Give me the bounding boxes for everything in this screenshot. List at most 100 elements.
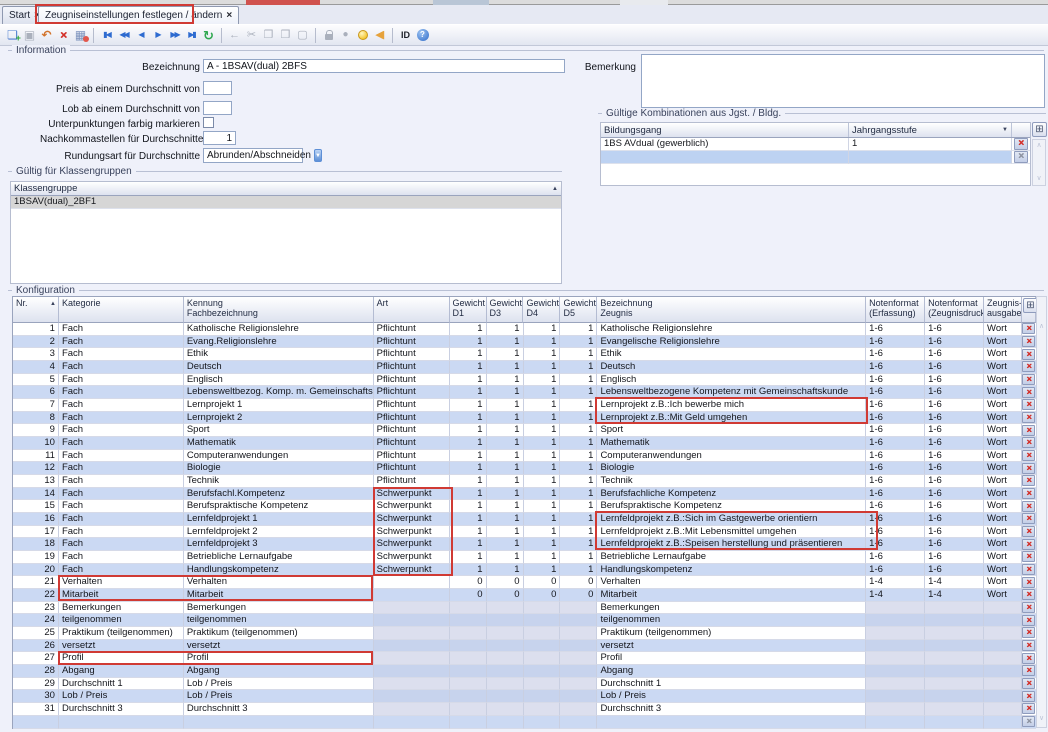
table-cell[interactable]: 10 — [13, 437, 59, 450]
table-cell[interactable]: 14 — [13, 488, 59, 501]
nav-last-button[interactable]: ▶▮ — [183, 26, 200, 44]
table-cell[interactable]: 1 — [560, 323, 597, 336]
table-cell[interactable]: 29 — [13, 678, 59, 691]
konfiguration-scrollbar[interactable]: ∧ ∨ — [1036, 296, 1047, 728]
table-cell[interactable] — [849, 151, 1012, 164]
tab-zeugniseinstellungen[interactable]: Zeugniseinstellungen festlegen / ändern … — [38, 6, 239, 24]
table-cell[interactable] — [925, 678, 984, 691]
table-cell[interactable]: Wort — [984, 399, 1022, 412]
tab-close-icon[interactable]: × — [226, 11, 232, 21]
table-cell[interactable]: 1 — [450, 386, 487, 399]
nav-first-button[interactable]: ▮◀ — [98, 26, 115, 44]
table-cell[interactable]: Computeranwendungen — [184, 450, 374, 463]
table-cell[interactable]: Berufsfachl.Kompetenz — [184, 488, 374, 501]
table-cell[interactable]: 1 — [524, 450, 561, 463]
table-cell[interactable]: 1-4 — [866, 589, 925, 602]
table-cell[interactable]: Abgang — [59, 665, 184, 678]
table-cell[interactable] — [450, 602, 487, 615]
table-cell[interactable] — [450, 627, 487, 640]
table-cell[interactable] — [866, 640, 925, 653]
new-record-button[interactable]: ❏ — [4, 26, 21, 44]
table-row[interactable]: 14FachBerufsfachl.KompetenzSchwerpunkt11… — [13, 488, 1036, 501]
table-cell[interactable]: Lernfeldprojekt 1 — [184, 513, 374, 526]
delete-row-button[interactable]: × — [1022, 602, 1035, 613]
table-cell[interactable]: 1 — [487, 399, 524, 412]
table-cell[interactable]: 1 — [450, 538, 487, 551]
table-cell[interactable]: 1 — [560, 348, 597, 361]
table-cell[interactable] — [374, 652, 450, 665]
table-cell[interactable]: Schwerpunkt — [374, 526, 450, 539]
table-cell[interactable]: 1 — [849, 138, 1012, 151]
table-cell[interactable]: 1 — [450, 424, 487, 437]
table-cell[interactable] — [984, 627, 1022, 640]
table-cell[interactable]: 1 — [524, 374, 561, 387]
table-cell[interactable]: Katholische Religionslehre — [184, 323, 374, 336]
table-cell[interactable] — [866, 627, 925, 640]
delete-row-button[interactable]: × — [1022, 716, 1035, 727]
table-cell[interactable]: Abgang — [184, 665, 374, 678]
delete-row-button[interactable]: × — [1022, 640, 1035, 651]
table-cell[interactable]: 1 — [487, 500, 524, 513]
table-cell[interactable]: Fach — [59, 336, 184, 349]
table-cell[interactable] — [866, 652, 925, 665]
table-cell[interactable]: 1 — [524, 437, 561, 450]
refresh-button[interactable]: ↻ — [200, 26, 217, 44]
table-cell[interactable]: Pflichtunt — [374, 424, 450, 437]
delete-row-button[interactable]: × — [1022, 450, 1035, 461]
table-cell[interactable]: Lernfeldprojekt z.B.:Speisen herstellung… — [597, 538, 866, 551]
table-cell[interactable] — [560, 665, 597, 678]
table-cell[interactable] — [560, 690, 597, 703]
table-cell[interactable]: 0 — [524, 576, 561, 589]
delete-row-button[interactable]: × — [1022, 539, 1035, 550]
table-cell[interactable]: 1 — [560, 361, 597, 374]
table-cell[interactable]: Schwerpunkt — [374, 500, 450, 513]
table-cell[interactable]: Fach — [59, 374, 184, 387]
table-cell[interactable] — [374, 703, 450, 716]
table-cell[interactable]: 1 — [560, 424, 597, 437]
table-cell[interactable]: Lob / Preis — [184, 678, 374, 691]
table-cell[interactable] — [374, 690, 450, 703]
delete-row-button[interactable]: × — [1014, 138, 1028, 150]
table-cell[interactable]: 1 — [487, 475, 524, 488]
delete-row-button[interactable]: × — [1022, 501, 1035, 512]
table-cell[interactable] — [450, 678, 487, 691]
table-cell[interactable]: Fach — [59, 500, 184, 513]
table-cell[interactable]: 1 — [524, 488, 561, 501]
table-cell[interactable] — [597, 716, 866, 729]
table-cell[interactable]: Mitarbeit — [59, 589, 184, 602]
table-cell[interactable]: Fach — [59, 424, 184, 437]
table-cell[interactable]: Fach — [59, 437, 184, 450]
table-row[interactable]: 5FachEnglischPflichtunt1111Englisch1-61-… — [13, 374, 1036, 387]
table-cell[interactable]: 1 — [487, 513, 524, 526]
table-cell[interactable] — [984, 690, 1022, 703]
table-cell[interactable]: Schwerpunkt — [374, 564, 450, 577]
table-row[interactable]: 16FachLernfeldprojekt 1Schwerpunkt1111Le… — [13, 513, 1036, 526]
table-cell[interactable]: 1-4 — [866, 576, 925, 589]
table-row[interactable]: 29Durchschnitt 1Lob / PreisDurchschnitt … — [13, 678, 1036, 691]
table-cell[interactable]: 1 — [450, 323, 487, 336]
delete-row-button[interactable]: × — [1022, 513, 1035, 524]
table-cell[interactable] — [450, 716, 487, 729]
table-cell[interactable]: Sport — [184, 424, 374, 437]
column-header-gewicht[interactable]: Gewicht D5 — [560, 297, 597, 323]
delete-row-button[interactable]: × — [1022, 387, 1035, 398]
table-cell[interactable] — [450, 665, 487, 678]
table-cell[interactable]: 1 — [450, 462, 487, 475]
table-cell[interactable]: 1 — [524, 348, 561, 361]
table-cell[interactable]: 1 — [450, 374, 487, 387]
table-cell[interactable] — [374, 627, 450, 640]
table-cell[interactable]: Fach — [59, 361, 184, 374]
table-cell[interactable]: 3 — [13, 348, 59, 361]
table-cell[interactable] — [487, 652, 524, 665]
table-cell[interactable]: 1 — [450, 412, 487, 425]
table-cell[interactable]: Pflichtunt — [374, 437, 450, 450]
table-cell[interactable]: 12 — [13, 462, 59, 475]
delete-row-button[interactable]: × — [1022, 526, 1035, 537]
table-cell[interactable]: 1 — [524, 386, 561, 399]
table-row[interactable]: 21VerhaltenVerhalten0000Verhalten1-41-4W… — [13, 576, 1036, 589]
table-cell[interactable] — [524, 602, 561, 615]
table-cell[interactable]: 1 — [487, 526, 524, 539]
table-cell[interactable]: 1-6 — [925, 475, 984, 488]
table-cell[interactable] — [866, 665, 925, 678]
table-row[interactable]: 13FachTechnikPflichtunt1111Technik1-61-6… — [13, 475, 1036, 488]
